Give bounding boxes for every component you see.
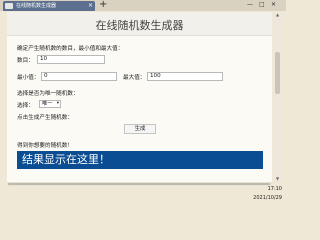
tab-close-icon[interactable]: × <box>88 2 93 10</box>
click-prompt: 点击生成产生随机数： <box>17 115 73 121</box>
scroll-thumb[interactable] <box>275 52 280 94</box>
min-label: 最小值： <box>17 75 40 81</box>
select-label: 选择： <box>17 103 34 109</box>
unique-select[interactable]: 唯一 ▾ <box>39 100 61 108</box>
tab-title: 在线随机数生成器 <box>16 3 57 9</box>
tab-favicon <box>5 3 13 9</box>
max-label: 最大值： <box>123 75 146 81</box>
unique-select-value: 唯一 <box>42 101 53 107</box>
count-label: 数目： <box>17 58 34 64</box>
scroll-down-icon[interactable]: ▼ <box>274 176 281 182</box>
tab-strip: 在线随机数生成器 × + — □ ✕ <box>0 0 286 11</box>
chevron-down-icon: ▾ <box>56 101 59 106</box>
horizontal-scrollbar[interactable] <box>7 182 272 186</box>
vertical-scrollbar[interactable]: ▲ ▼ <box>274 12 281 182</box>
page-title: 在线随机数生成器 <box>95 19 184 32</box>
taskbar-date: 2021/10/29 <box>253 195 282 201</box>
window-close-icon[interactable]: ✕ <box>271 0 276 10</box>
page: 在线随机数生成器 确定产生随机数的数目，最小值和最大值： 数目： 10 最小值：… <box>7 12 272 182</box>
maximize-icon[interactable]: □ <box>259 0 265 10</box>
instruction-text: 确定产生随机数的数目，最小值和最大值： <box>17 46 124 52</box>
scroll-up-icon[interactable]: ▲ <box>274 12 281 18</box>
result-text: 结果显示在这里！ <box>22 153 110 166</box>
unique-prompt: 选择是否为唯一随机数： <box>17 91 79 97</box>
min-input[interactable]: 0 <box>41 72 117 81</box>
count-input[interactable]: 10 <box>37 55 105 64</box>
max-input[interactable]: 100 <box>147 72 223 81</box>
result-prompt: 得到你想要的随机数！ <box>17 143 73 149</box>
active-tab[interactable]: 在线随机数生成器 × <box>3 1 95 11</box>
new-tab-button[interactable]: + <box>99 0 107 10</box>
minimize-icon[interactable]: — <box>247 0 253 10</box>
generate-button[interactable]: 生成 <box>124 124 156 134</box>
page-header: 在线随机数生成器 <box>7 12 272 36</box>
result-panel: 结果显示在这里！ <box>17 151 263 169</box>
horizontal-scroll-thumb[interactable] <box>8 183 270 185</box>
taskbar-time: 17:10 <box>267 186 282 192</box>
